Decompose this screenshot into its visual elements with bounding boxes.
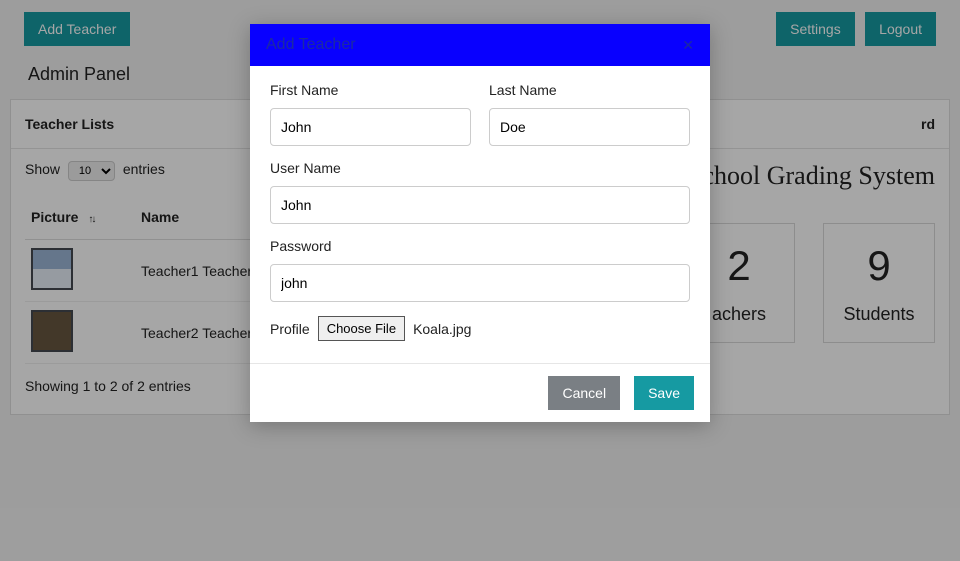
last-name-input[interactable] <box>489 108 690 146</box>
last-name-label: Last Name <box>489 82 690 98</box>
modal-overlay: Add Teacher ✕ First Name Last Name User … <box>0 0 960 561</box>
first-name-label: First Name <box>270 82 471 98</box>
file-name: Koala.jpg <box>413 321 471 337</box>
user-name-input[interactable] <box>270 186 690 224</box>
modal-title: Add Teacher <box>266 36 356 54</box>
first-name-input[interactable] <box>270 108 471 146</box>
choose-file-button[interactable]: Choose File <box>318 316 405 341</box>
add-teacher-modal: Add Teacher ✕ First Name Last Name User … <box>250 24 710 422</box>
user-name-label: User Name <box>270 160 690 176</box>
password-label: Password <box>270 238 690 254</box>
save-button[interactable]: Save <box>634 376 694 410</box>
close-icon[interactable]: ✕ <box>682 37 694 54</box>
password-input[interactable] <box>270 264 690 302</box>
cancel-button[interactable]: Cancel <box>548 376 620 410</box>
profile-label: Profile <box>270 321 310 337</box>
